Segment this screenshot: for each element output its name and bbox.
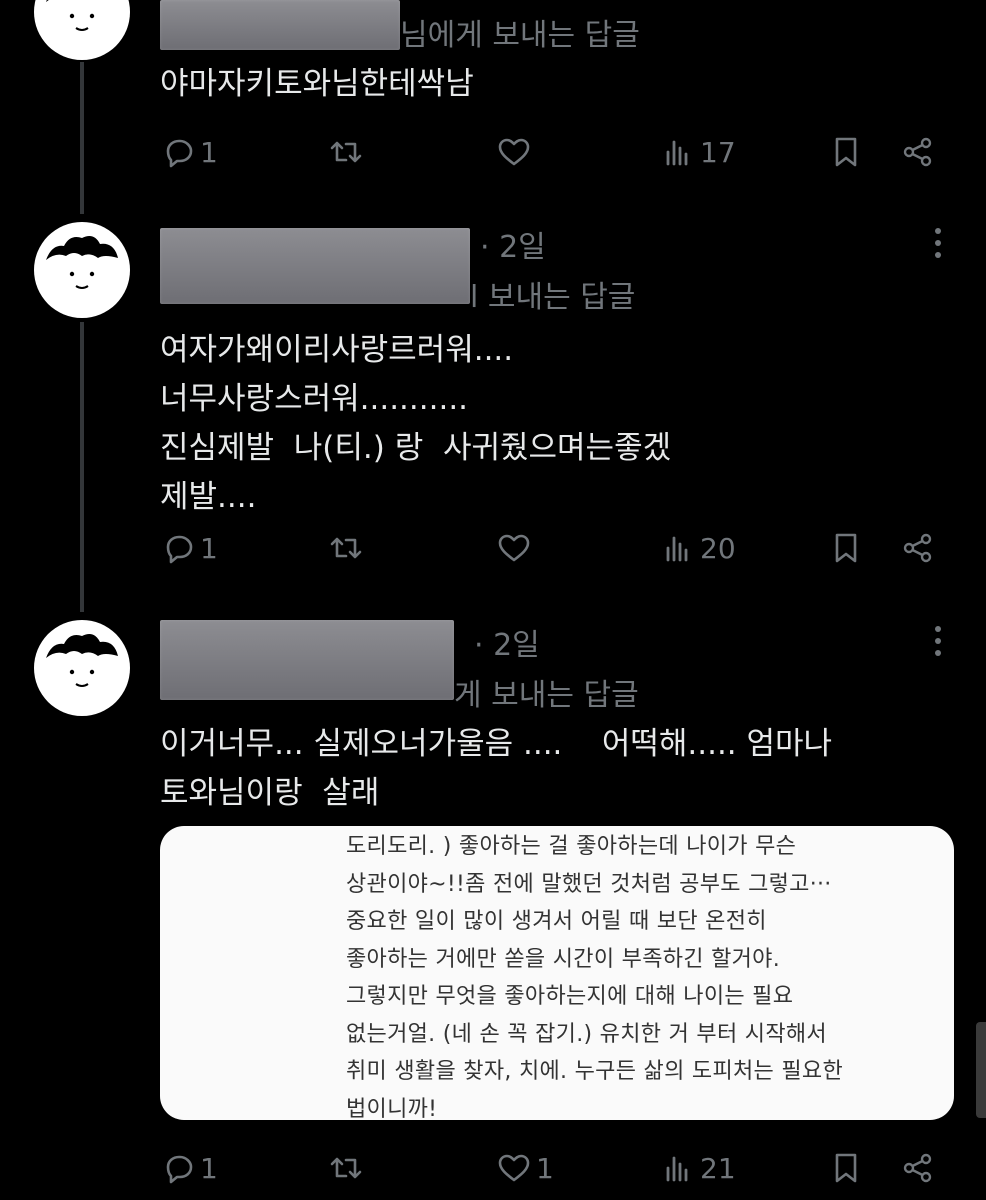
avatar-face-icon (35, 0, 129, 59)
views-icon (666, 1156, 688, 1182)
reply-button[interactable]: 1 (160, 132, 218, 172)
like-icon (498, 534, 530, 562)
avatar-face-icon (35, 223, 129, 317)
like-button[interactable] (496, 528, 536, 568)
reply-count: 1 (200, 1151, 218, 1185)
bookmark-icon (835, 533, 857, 563)
more-icon-dot (935, 650, 941, 656)
avatar-face-icon (35, 621, 129, 715)
views-icon (666, 536, 688, 562)
share-icon (903, 533, 932, 563)
avatar[interactable] (34, 0, 130, 60)
tweet-time: · 2일 (474, 628, 540, 663)
embedded-image[interactable]: 도리도리. ) 좋아하는 걸 좋아하는데 나이가 무슨 상관이야~!!좀 전에 … (160, 826, 954, 1120)
more-icon-dot (935, 252, 941, 258)
retweet-button[interactable] (328, 132, 368, 172)
bookmark-icon (835, 137, 857, 167)
reply-button[interactable]: 1 (160, 1148, 218, 1188)
retweet-button[interactable] (328, 1148, 368, 1188)
retweet-icon (330, 537, 362, 559)
avatar[interactable] (34, 620, 130, 716)
like-count: 1 (536, 1151, 554, 1185)
redacted-username (160, 620, 454, 700)
tweet-actions: 1 1 21 (160, 1148, 950, 1188)
views-button[interactable]: 17 (660, 132, 736, 172)
share-button[interactable] (900, 528, 936, 568)
tweet-text: 이거너무... 실제오너가울음 .... 어떡해..... 엄마나 토와님이랑 … (160, 726, 833, 811)
like-button[interactable]: 1 (496, 1148, 554, 1188)
retweet-button[interactable] (328, 528, 368, 568)
tweet-time: · 2일 (480, 230, 546, 265)
replying-to: l 보내는 답글 (470, 280, 636, 315)
redacted-username (160, 228, 470, 304)
bookmark-button[interactable] (828, 1148, 864, 1188)
views-button[interactable]: 20 (660, 528, 736, 568)
embedded-image-text: 도리도리. ) 좋아하는 걸 좋아하는데 나이가 무슨 상관이야~!!좀 전에 … (346, 834, 843, 1120)
more-icon (935, 228, 941, 234)
views-count: 17 (700, 135, 736, 169)
scrollbar-thumb[interactable] (976, 1022, 986, 1118)
tweet-text: 여자가왜이리사랑르러워.... 너무사랑스러워........... 진심제발 … (160, 332, 672, 515)
like-button[interactable] (496, 132, 536, 172)
thread-line (80, 62, 84, 214)
more-icon (935, 626, 941, 632)
views-button[interactable]: 21 (660, 1148, 736, 1188)
more-icon-dot (935, 638, 941, 644)
reply-icon (166, 139, 193, 168)
reply-count: 1 (200, 531, 218, 565)
views-icon (666, 140, 688, 166)
like-icon (498, 1154, 530, 1182)
reply-icon (166, 1155, 193, 1184)
views-count: 21 (700, 1151, 736, 1185)
bookmark-button[interactable] (828, 528, 864, 568)
retweet-icon (330, 1157, 362, 1179)
redacted-username (160, 0, 400, 50)
more-button[interactable] (934, 228, 942, 258)
share-button[interactable] (900, 1148, 936, 1188)
views-count: 20 (700, 531, 736, 565)
more-icon-dot (935, 240, 941, 246)
tweet-text: 야마자키토와님한테싹남 (160, 66, 474, 102)
retweet-icon (330, 141, 362, 163)
reply-count: 1 (200, 135, 218, 169)
bookmark-button[interactable] (828, 132, 864, 172)
more-button[interactable] (934, 626, 942, 656)
tweet-actions: 1 17 (160, 132, 950, 172)
bookmark-icon (835, 1153, 857, 1183)
share-icon (903, 137, 932, 167)
replying-to: 님에게 보내는 답글 (400, 18, 640, 53)
thread-line (80, 322, 84, 612)
share-button[interactable] (900, 132, 936, 172)
reply-icon (166, 535, 193, 564)
like-icon (498, 138, 530, 166)
share-icon (903, 1153, 932, 1183)
reply-button[interactable]: 1 (160, 528, 218, 568)
avatar[interactable] (34, 222, 130, 318)
tweet-actions: 1 20 (160, 528, 950, 568)
replying-to: 게 보내는 답글 (454, 678, 639, 713)
